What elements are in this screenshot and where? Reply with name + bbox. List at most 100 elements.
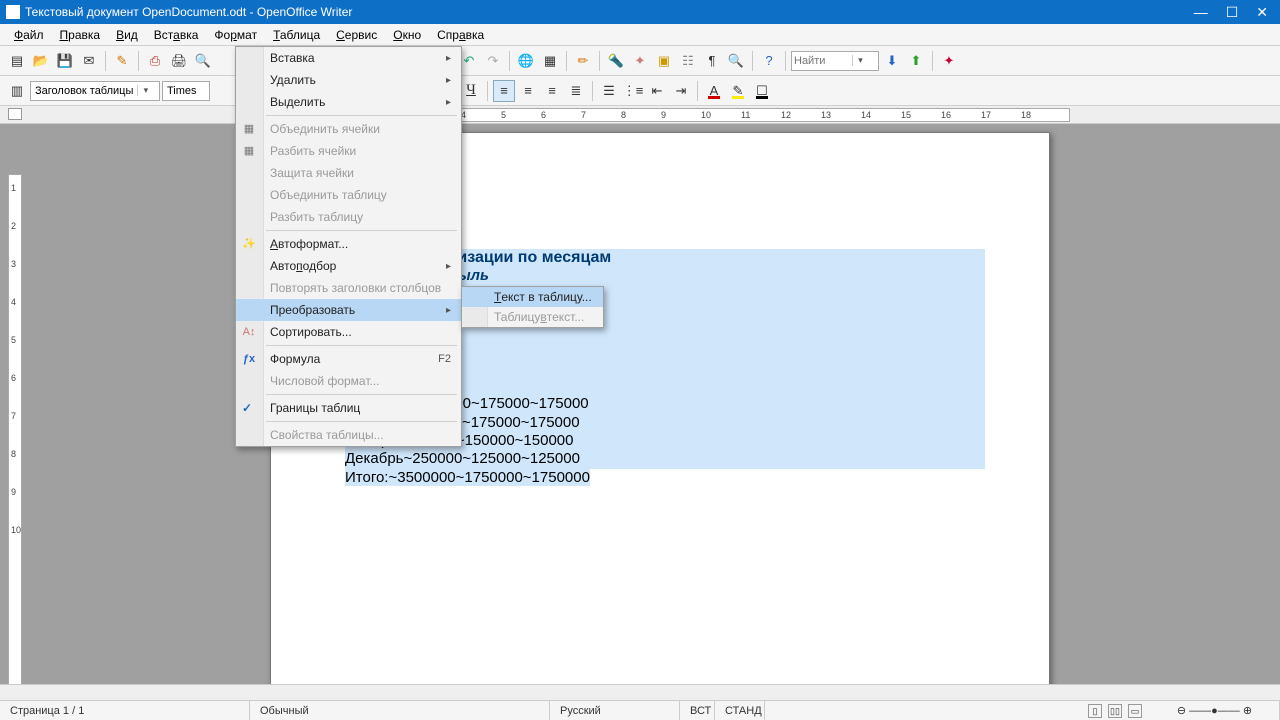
edit-button[interactable]: ✎ (111, 50, 133, 72)
maximize-button[interactable]: ☐ (1226, 4, 1239, 21)
bg-color-button[interactable]: ☐ (751, 80, 773, 102)
status-page: Страница 1 / 1 (0, 701, 250, 720)
styles-button[interactable]: ▥ (6, 80, 28, 102)
nonprint-button[interactable]: ¶ (701, 50, 723, 72)
menu-split-table: Разбить таблицу (236, 206, 461, 228)
table-button[interactable]: ▦ (539, 50, 561, 72)
menu-formula[interactable]: ƒxФормулаF2 (236, 348, 461, 370)
new-button[interactable]: ▤ (6, 50, 28, 72)
menu-repeat-headers: Повторять заголовки столбцов (236, 277, 461, 299)
horizontal-scrollbar[interactable] (0, 684, 1280, 700)
menu-table[interactable]: Таблица (265, 26, 328, 44)
menu-number-format: Числовой формат... (236, 370, 461, 392)
convert-submenu: Текст в таблицу... Таблицу в текст... (461, 286, 604, 328)
datasources-button[interactable]: ☷ (677, 50, 699, 72)
submenu-text-to-table[interactable]: Текст в таблицу... (462, 287, 603, 307)
doc-icon (6, 5, 20, 19)
zoom-slider[interactable]: ⊖ ——●—— ⊕ (1150, 701, 1280, 720)
ruler-area: 456789101112131415161718 (0, 106, 1280, 124)
font-color-button[interactable]: A (703, 80, 725, 102)
menu-file[interactable]: Файл (6, 26, 52, 44)
menu-protect-cell: Защита ячейки (236, 162, 461, 184)
menu-autoformat[interactable]: ✨Автоформат... (236, 233, 461, 255)
paragraph-style-combo[interactable]: Заголовок таблицы ▾ (30, 81, 160, 101)
menu-merge-cells: ▦Объединить ячейки (236, 118, 461, 140)
menubar: Файл Правка Вид Вставка Формат Таблица С… (0, 24, 1280, 46)
indent-button[interactable]: ⇥ (670, 80, 692, 102)
book-icon[interactable]: ▭ (1128, 704, 1142, 718)
multi-page-icon[interactable]: ▯▯ (1108, 704, 1122, 718)
menu-borders[interactable]: ✓Границы таблиц (236, 397, 461, 419)
menu-insert[interactable]: Вставка (146, 26, 207, 44)
find-next-button[interactable]: ⬇ (881, 50, 903, 72)
paragraph-style-value: Заголовок таблицы (31, 85, 137, 97)
menu-help[interactable]: Справка (429, 26, 492, 44)
menu-edit[interactable]: Правка (52, 26, 109, 44)
menu-table-properties: Свойства таблицы... (236, 424, 461, 446)
horizontal-ruler[interactable]: 456789101112131415161718 (460, 108, 1070, 122)
navigator-button[interactable]: ✦ (629, 50, 651, 72)
menu-sort[interactable]: А↕Сортировать... (236, 321, 461, 343)
status-lang[interactable]: Русский (550, 701, 680, 720)
font-value: Times (163, 85, 201, 97)
find-box[interactable]: ▾ (791, 51, 879, 71)
menu-tools[interactable]: Сервис (328, 26, 385, 44)
ruler-corner (8, 108, 22, 120)
window-title: Текстовый документ OpenDocument.odt - Op… (25, 5, 1194, 19)
menu-table-insert[interactable]: Вставка▸ (236, 47, 461, 69)
numbered-list-button[interactable]: ☰ (598, 80, 620, 102)
workspace: 12345678910 рибыли организации по месяца… (0, 124, 1280, 700)
align-right-button[interactable]: ≡ (541, 80, 563, 102)
titlebar: Текстовый документ OpenDocument.odt - Op… (0, 0, 1280, 24)
help-button[interactable]: ? (758, 50, 780, 72)
menu-split-cells: ▦Разбить ячейки (236, 140, 461, 162)
menu-format[interactable]: Формат (206, 26, 265, 44)
font-combo[interactable]: Times (162, 81, 210, 101)
draw-button[interactable]: ✏ (572, 50, 594, 72)
status-insert[interactable]: ВСТ (680, 701, 715, 720)
preview-button[interactable]: 🔍 (192, 50, 214, 72)
bullet-list-button[interactable]: ⋮≡ (622, 80, 644, 102)
table-dropdown-menu: Вставка▸ Удалить▸ Выделить▸ ▦Объединить … (235, 46, 462, 447)
align-justify-button[interactable]: ≣ (565, 80, 587, 102)
redo-button[interactable]: ↷ (482, 50, 504, 72)
print-button[interactable]: 🖨 (168, 50, 190, 72)
open-button[interactable]: 📂 (30, 50, 52, 72)
menu-convert[interactable]: Преобразовать▸ (236, 299, 461, 321)
pdf-button[interactable]: ⎙ (144, 50, 166, 72)
standard-toolbar: ▤ 📂 💾 ✉ ✎ ⎙ 🖨 🔍 ↶ ↷ 🌐 ▦ ✏ 🔦 ✦ ▣ ☷ ¶ 🔍 ? … (0, 46, 1280, 76)
highlight-button[interactable]: ✎ (727, 80, 749, 102)
menu-table-delete[interactable]: Удалить▸ (236, 69, 461, 91)
status-selmode[interactable]: СТАНД (715, 701, 765, 720)
single-page-icon[interactable]: ▯ (1088, 704, 1102, 718)
align-left-button[interactable]: ≡ (493, 80, 515, 102)
submenu-table-to-text: Таблицу в текст... (462, 307, 603, 327)
menu-merge-table: Объединить таблицу (236, 184, 461, 206)
menu-window[interactable]: Окно (385, 26, 429, 44)
gallery-button[interactable]: ▣ (653, 50, 675, 72)
underline-button[interactable]: Ч (460, 80, 482, 102)
save-button[interactable]: 💾 (54, 50, 76, 72)
status-style[interactable]: Обычный (250, 701, 550, 720)
minimize-button[interactable]: — (1194, 4, 1208, 21)
email-button[interactable]: ✉ (78, 50, 100, 72)
find-dropdown-icon[interactable]: ▾ (852, 55, 868, 66)
find-button[interactable]: 🔦 (605, 50, 627, 72)
doc-line: Декабрь~250000~125000~125000 (345, 450, 985, 468)
close-button[interactable]: ✕ (1256, 4, 1268, 21)
view-layout-buttons[interactable]: ▯ ▯▯ ▭ (1080, 704, 1150, 718)
statusbar: Страница 1 / 1 Обычный Русский ВСТ СТАНД… (0, 700, 1280, 720)
link-button[interactable]: 🌐 (515, 50, 537, 72)
menu-autofit[interactable]: Автоподбор▸ (236, 255, 461, 277)
find-prev-button[interactable]: ⬆ (905, 50, 927, 72)
menu-table-select[interactable]: Выделить▸ (236, 91, 461, 113)
doc-total: Итого:~3500000~1750000~1750000 (345, 469, 590, 486)
align-center-button[interactable]: ≡ (517, 80, 539, 102)
outdent-button[interactable]: ⇤ (646, 80, 668, 102)
dropdown-icon[interactable]: ▾ (137, 85, 153, 96)
menu-view[interactable]: Вид (108, 26, 146, 44)
toolbar-overflow-icon[interactable]: ✦ (938, 50, 960, 72)
zoom-button[interactable]: 🔍 (725, 50, 747, 72)
find-input[interactable] (792, 55, 852, 67)
vertical-ruler[interactable]: 12345678910 (8, 174, 22, 690)
